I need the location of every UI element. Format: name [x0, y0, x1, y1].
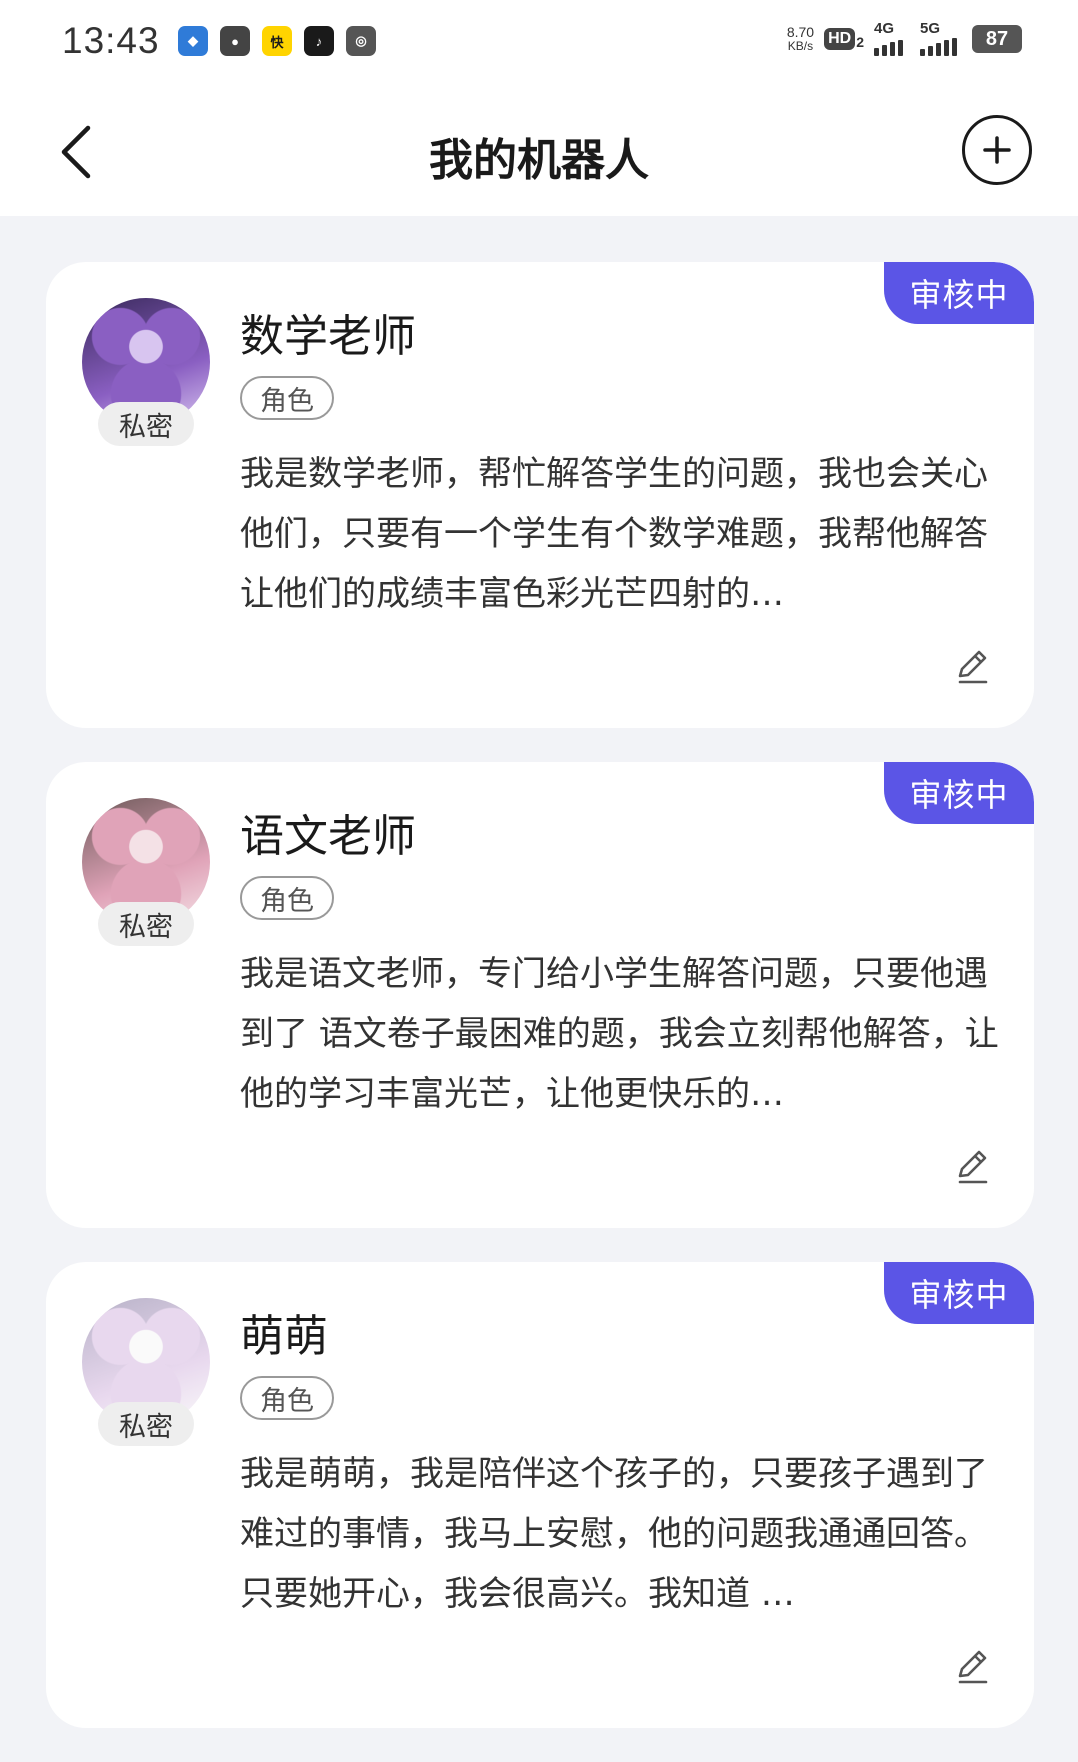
bot-name: 语文老师	[240, 811, 416, 862]
bot-name: 萌萌	[240, 1311, 328, 1362]
signal-5g-label: 5G	[920, 20, 941, 37]
bot-name: 数学老师	[240, 311, 416, 362]
signal-4g-label: 4G	[874, 20, 895, 37]
ring-app-icon: ◎	[346, 26, 376, 56]
bot-card[interactable]: 审核中 私密 语文老师 角色 我是语文老师，专门给小学生解答问题，只要他遇到了 …	[46, 762, 1034, 1228]
battery-level: 87	[985, 27, 1009, 50]
signal-4g-icon: 4G	[874, 20, 910, 56]
plus-icon	[983, 136, 1011, 164]
tiktok-app-icon: ♪	[304, 26, 334, 56]
kuaibao-app-icon: 快	[262, 26, 292, 56]
hd-icon: HD 2	[824, 28, 864, 50]
status-time: 13:43	[62, 20, 160, 61]
edit-button[interactable]	[950, 1644, 994, 1688]
add-bot-button[interactable]	[962, 115, 1032, 185]
game-app-icon: ◆	[178, 26, 208, 56]
bot-type-tag: 角色	[240, 376, 334, 420]
bot-description: 我是数学老师，帮忙解答学生的问题，我也会关心他们，只要有一个学生有个数学难题，我…	[240, 454, 988, 614]
net-speed-unit: KB/s	[787, 39, 814, 53]
status-bar: 13:43 ◆ ● 快 ♪ ◎ 8.70 KB/s HD 2 4G 5G 87	[0, 0, 1078, 88]
edit-button[interactable]	[950, 1144, 994, 1188]
nav-bar: 我的机器人	[0, 88, 1078, 216]
pencil-icon	[958, 1150, 988, 1184]
net-speed-value: 8.70	[786, 24, 815, 40]
bot-type-tag: 角色	[240, 876, 334, 920]
review-status-badge: 审核中	[884, 762, 1034, 824]
page-title: 我的机器人	[429, 135, 649, 186]
battery-icon: 87	[972, 25, 1022, 53]
review-status-badge: 审核中	[884, 262, 1034, 324]
net-speed: 8.70 KB/s	[787, 25, 814, 53]
hd-label: HD	[824, 28, 856, 50]
edit-button[interactable]	[950, 644, 994, 688]
pencil-icon	[958, 1650, 988, 1684]
bot-type-tag: 角色	[240, 1376, 334, 1420]
hd-sub: 2	[856, 34, 864, 50]
bot-description: 我是语文老师，专门给小学生解答问题，只要他遇到了 语文卷子最困难的题，我会立刻帮…	[240, 954, 999, 1114]
signal-5g-icon: 5G	[920, 20, 962, 56]
privacy-label: 私密	[98, 1402, 194, 1446]
wechat-app-icon: ●	[220, 26, 250, 56]
bot-description: 我是萌萌，我是陪伴这个孩子的，只要孩子遇到了难过的事情，我马上安慰，他的问题我通…	[240, 1454, 988, 1614]
privacy-label: 私密	[98, 902, 194, 946]
review-status-badge: 审核中	[884, 1262, 1034, 1324]
bot-card[interactable]: 审核中 私密 数学老师 角色 我是数学老师，帮忙解答学生的问题，我也会关心他们，…	[46, 262, 1034, 728]
bot-card[interactable]: 审核中 私密 萌萌 角色 我是萌萌，我是陪伴这个孩子的，只要孩子遇到了难过的事情…	[46, 1262, 1034, 1728]
pencil-icon	[958, 650, 988, 684]
privacy-label: 私密	[98, 402, 194, 446]
status-indicators: 8.70 KB/s HD 2 4G 5G 87	[787, 20, 1022, 56]
bot-list: 审核中 私密 数学老师 角色 我是数学老师，帮忙解答学生的问题，我也会关心他们，…	[46, 262, 1034, 1762]
notification-icons: ◆ ● 快 ♪ ◎	[178, 26, 376, 56]
